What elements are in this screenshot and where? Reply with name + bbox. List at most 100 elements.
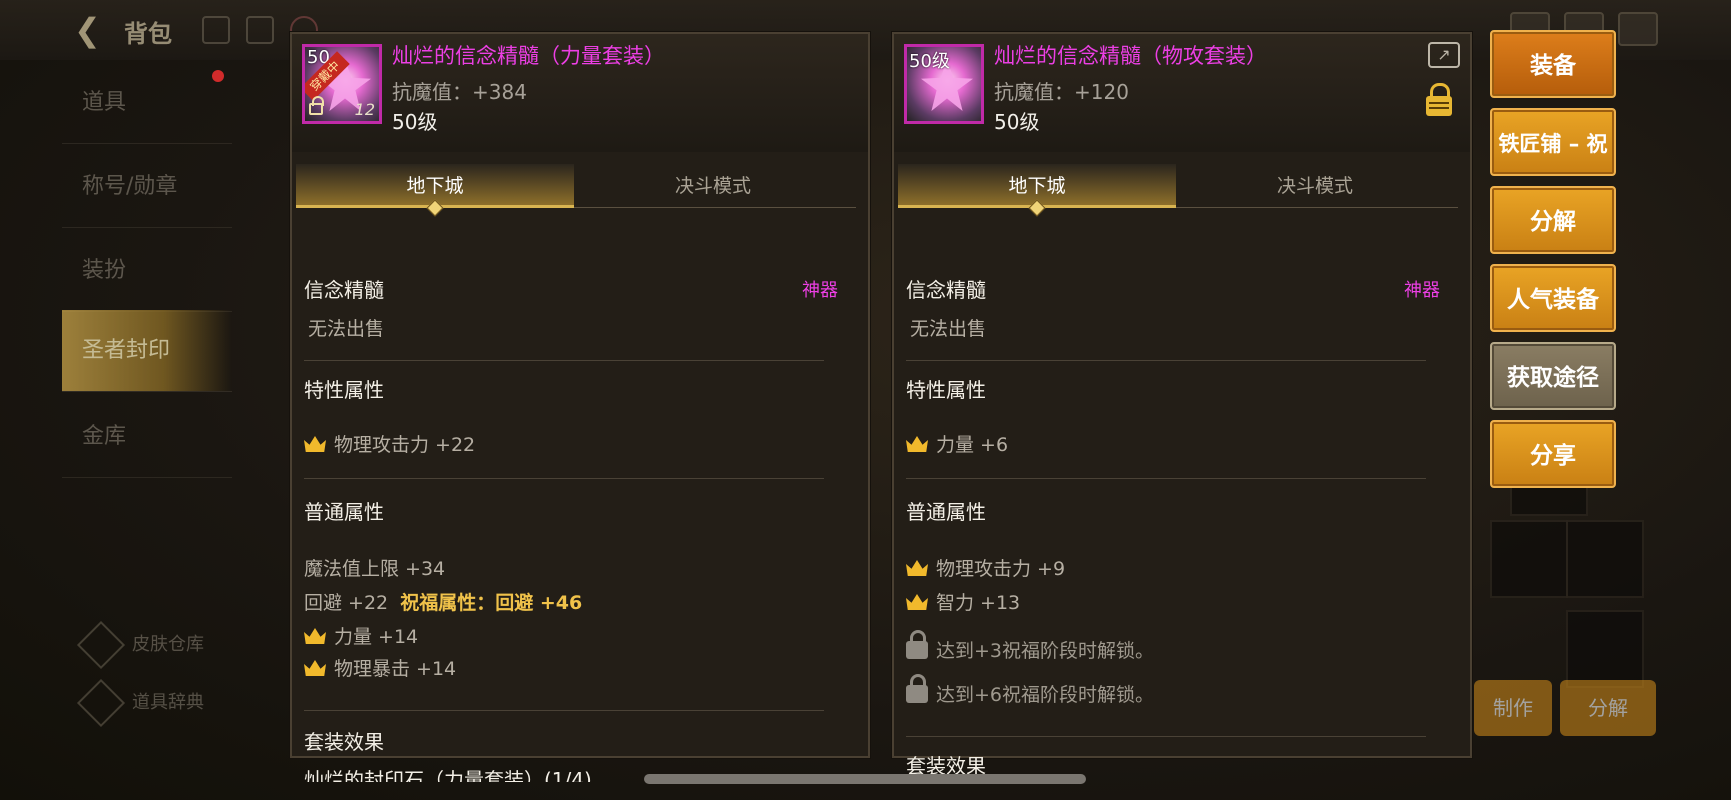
item-name: 灿烂的信念精髓（物攻套装） — [994, 44, 1267, 68]
normal-heading: 普通属性 — [906, 500, 986, 524]
divider — [304, 360, 824, 361]
divider — [906, 478, 1426, 479]
item-level: 50级 — [392, 110, 438, 134]
locked-text: 达到+6祝福阶段时解锁。 — [936, 684, 1155, 706]
popular-gear-button[interactable]: 人气装备 — [1490, 264, 1616, 332]
crown-icon — [906, 594, 928, 610]
trait-row: 物理攻击力 +22 — [304, 430, 475, 457]
normal-stat-row: 力量 +14 — [304, 622, 418, 649]
lock-icon — [906, 674, 928, 703]
trait-heading: 特性属性 — [304, 378, 384, 402]
bless-row: 回避 +22 祝福属性：回避 +46 — [304, 588, 582, 615]
trait-row: 力量 +6 — [906, 430, 1008, 457]
trait-value: 力量 +6 — [936, 434, 1009, 456]
home-indicator[interactable] — [644, 774, 1086, 784]
set-heading: 套装效果 — [304, 730, 384, 754]
crown-icon — [304, 628, 326, 644]
decompose-button[interactable]: 分解 — [1490, 186, 1616, 254]
equipped-item-panel: 50 穿戴中 12 灿烂的信念精髓（力量套装） 抗魔值：+384 50级 地下城… — [290, 32, 870, 782]
locked-stat-row: 达到+6祝福阶段时解锁。 — [906, 674, 1155, 707]
stat-value: 物理攻击力 +9 — [936, 558, 1066, 580]
skin-storage-icon — [76, 620, 126, 670]
list-icon[interactable] — [246, 16, 274, 44]
bless-label: 祝福属性： — [400, 592, 496, 614]
item-name: 灿烂的信念精髓（力量套装） — [392, 44, 665, 68]
divider — [304, 478, 824, 479]
trait-heading: 特性属性 — [906, 378, 986, 402]
decompose-bg-button[interactable]: 分解 — [1560, 680, 1656, 736]
stat-value: 智力 +13 — [936, 592, 1021, 614]
skin-storage-label: 皮肤仓库 — [132, 634, 204, 655]
normal-heading: 普通属性 — [304, 500, 384, 524]
sidebar-item-vault[interactable]: 金库 — [62, 396, 232, 478]
skin-storage-link[interactable]: 皮肤仓库 — [76, 620, 204, 670]
set-name: 灿烂的封印石（力量套装）(1/4) — [304, 768, 592, 782]
sidebar-item-props[interactable]: 道具 — [62, 62, 232, 144]
category-sidebar: 道具 称号/勋章 装扮 圣者封印 金库 — [62, 62, 262, 782]
mode-tabs: 地下城 决斗模式 — [898, 164, 1458, 208]
item-icon: 50 穿戴中 12 — [302, 44, 382, 124]
locked-stat-row: 达到+3祝福阶段时解锁。 — [906, 630, 1155, 663]
lock-icon — [906, 630, 928, 659]
sidebar-item-titles[interactable]: 称号/勋章 — [62, 146, 232, 228]
crown-icon — [906, 560, 928, 576]
eye-icon[interactable] — [202, 16, 230, 44]
page-title: 背包 — [124, 20, 172, 48]
bless-value: 回避 +46 — [495, 592, 583, 614]
crown-icon — [304, 660, 326, 676]
divider — [304, 710, 824, 711]
divider — [906, 736, 1426, 737]
enhance-level: 12 — [354, 100, 375, 119]
stat-value: 物理暴击 +14 — [334, 658, 457, 680]
item-category: 信念精髓 — [906, 278, 986, 302]
compare-item-panel: 50级 灿烂的信念精髓（物攻套装） 抗魔值：+120 50级 ↗ 地下城 决斗模… — [892, 32, 1472, 778]
normal-stat-row: 智力 +13 — [906, 588, 1020, 615]
tab-dungeon[interactable]: 地下城 — [296, 164, 574, 208]
item-level: 50级 — [994, 110, 1040, 134]
stat-value: 力量 +14 — [334, 626, 419, 648]
sidebar-item-seal[interactable]: 圣者封印 — [62, 310, 232, 392]
locked-text: 达到+3祝福阶段时解锁。 — [936, 640, 1155, 662]
evade-stat: 回避 +22 — [304, 592, 389, 614]
lock-icon[interactable] — [1426, 83, 1452, 116]
crown-icon — [304, 436, 326, 452]
item-dictionary-link[interactable]: 道具辞典 — [76, 678, 204, 728]
inventory-slot — [1490, 520, 1568, 598]
top-menu-button-3[interactable] — [1618, 12, 1658, 46]
inventory-slot — [1566, 610, 1644, 688]
magic-resist: 抗魔值：+120 — [994, 80, 1129, 104]
magic-resist: 抗魔值：+384 — [392, 80, 527, 104]
tab-duel[interactable]: 决斗模式 — [574, 164, 852, 208]
tab-dungeon[interactable]: 地下城 — [898, 164, 1176, 208]
rarity-label: 神器 — [802, 280, 838, 301]
normal-stat: 魔法值上限 +34 — [304, 558, 446, 580]
item-header: 50 穿戴中 12 灿烂的信念精髓（力量套装） 抗魔值：+384 50级 — [292, 34, 868, 152]
item-icon: 50级 — [904, 44, 984, 124]
equip-button[interactable]: 装备 — [1490, 30, 1616, 98]
make-button[interactable]: 制作 — [1474, 680, 1552, 736]
normal-stat-row: 物理暴击 +14 — [304, 654, 456, 681]
item-level-badge: 50级 — [909, 51, 950, 72]
blacksmith-bless-button[interactable]: 铁匠铺 – 祝福 — [1490, 108, 1616, 224]
back-arrow-icon[interactable]: ❮ — [74, 12, 110, 48]
lock-icon — [309, 96, 324, 115]
sell-status: 无法出售 — [910, 318, 987, 340]
sidebar-item-avatar[interactable]: 装扮 — [62, 230, 232, 312]
tab-duel[interactable]: 决斗模式 — [1176, 164, 1454, 208]
notification-dot — [212, 70, 224, 82]
rarity-label: 神器 — [1404, 280, 1440, 301]
external-link-icon[interactable]: ↗ — [1428, 42, 1460, 68]
trait-value: 物理攻击力 +22 — [334, 434, 476, 456]
share-button[interactable]: 分享 — [1490, 420, 1616, 488]
acquire-route-button[interactable]: 获取途径 — [1490, 342, 1616, 410]
mode-tabs: 地下城 决斗模式 — [296, 164, 856, 208]
inventory-slot — [1566, 520, 1644, 598]
divider — [906, 360, 1426, 361]
dictionary-icon — [76, 678, 126, 728]
item-dictionary-label: 道具辞典 — [132, 692, 204, 713]
crown-icon — [906, 436, 928, 452]
item-category: 信念精髓 — [304, 278, 384, 302]
item-header: 50级 灿烂的信念精髓（物攻套装） 抗魔值：+120 50级 ↗ — [894, 34, 1470, 152]
sell-status: 无法出售 — [308, 318, 385, 340]
normal-stat-row: 物理攻击力 +9 — [906, 554, 1065, 581]
